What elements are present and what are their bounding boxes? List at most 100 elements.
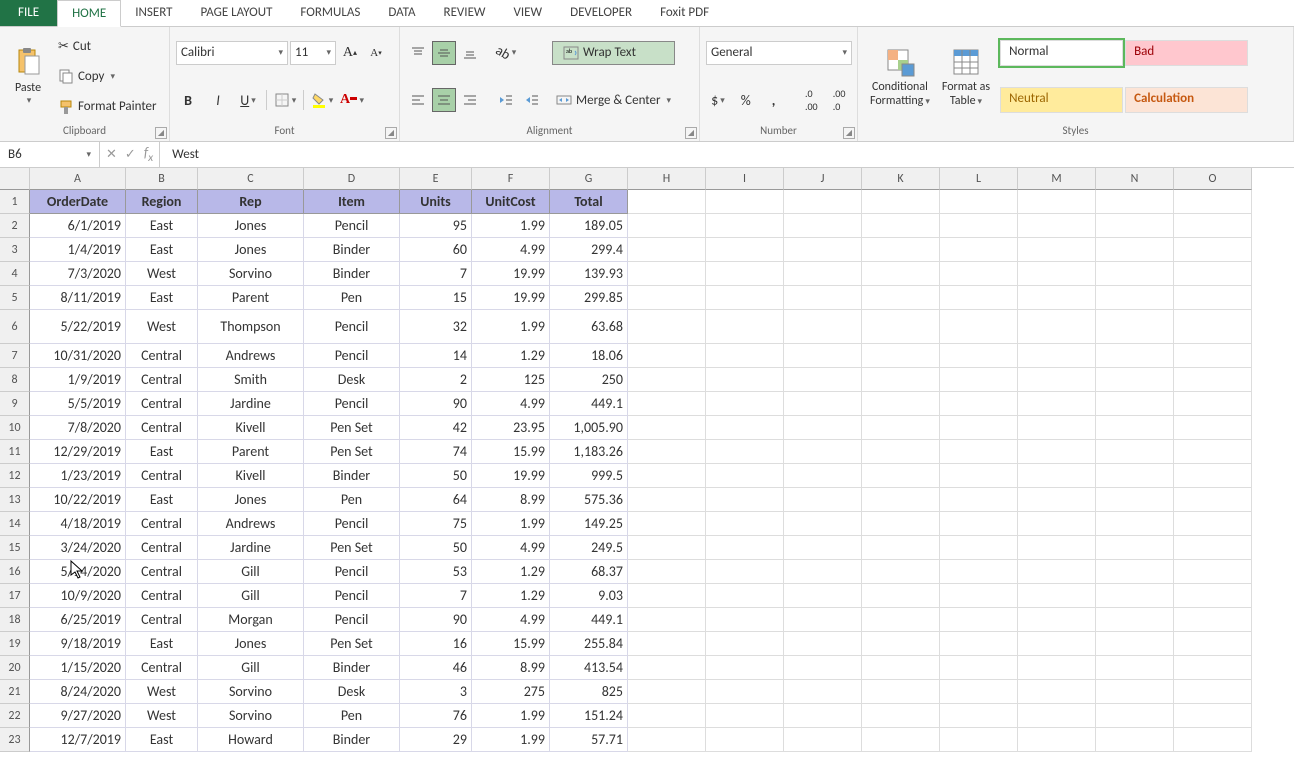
cell[interactable]: 8.99 [472,488,550,512]
wrap-text-button[interactable]: abWrap Text [552,41,675,65]
row-header-15[interactable]: 15 [0,536,30,560]
align-left-button[interactable] [406,88,430,112]
cell[interactable] [1018,464,1096,488]
cell[interactable]: 1.99 [472,214,550,238]
cell[interactable]: 9/27/2020 [30,704,126,728]
comma-format-button[interactable]: , [762,88,786,112]
cell[interactable]: East [126,632,198,656]
copy-button[interactable]: Copy▾ [54,64,161,88]
cell[interactable]: Kivell [198,464,304,488]
cell[interactable]: 999.5 [550,464,628,488]
row-header-23[interactable]: 23 [0,728,30,752]
cell[interactable]: 4.99 [472,608,550,632]
cell[interactable]: 15.99 [472,632,550,656]
cell[interactable]: Pencil [304,560,400,584]
cell[interactable]: 1.99 [472,728,550,752]
format-painter-button[interactable]: Format Painter [54,95,161,119]
cell[interactable] [1174,464,1252,488]
increase-font-button[interactable]: A▴ [338,41,362,65]
cell[interactable] [1018,656,1096,680]
cancel-formula-icon[interactable]: ✕ [106,147,117,162]
cell[interactable]: Pen Set [304,440,400,464]
cell[interactable] [862,608,940,632]
cell[interactable]: Pencil [304,512,400,536]
cell[interactable] [940,190,1018,214]
row-header-19[interactable]: 19 [0,632,30,656]
cell[interactable] [706,728,784,752]
cell[interactable] [940,728,1018,752]
cell[interactable] [1174,728,1252,752]
cell[interactable]: 90 [400,392,472,416]
cell[interactable] [1018,632,1096,656]
style-neutral[interactable]: Neutral [1000,87,1123,113]
cell[interactable] [940,440,1018,464]
cell[interactable]: Pencil [304,310,400,344]
tab-developer[interactable]: DEVELOPER [556,0,646,26]
cell[interactable] [706,262,784,286]
cell[interactable]: 139.93 [550,262,628,286]
cell[interactable] [1096,214,1174,238]
cell[interactable] [862,632,940,656]
decrease-decimal-button[interactable]: .00.0 [827,88,851,112]
cell[interactable] [1096,632,1174,656]
row-header-16[interactable]: 16 [0,560,30,584]
cell[interactable]: 8/11/2019 [30,286,126,310]
cell[interactable] [940,632,1018,656]
cell[interactable] [784,392,862,416]
font-color-button[interactable]: A▾ [340,88,364,112]
cell[interactable]: 50 [400,536,472,560]
cell[interactable] [862,584,940,608]
cell[interactable]: Jones [198,238,304,262]
cell[interactable] [1096,262,1174,286]
cell[interactable]: 4/18/2019 [30,512,126,536]
cell[interactable] [628,536,706,560]
cell[interactable] [1018,214,1096,238]
cell[interactable] [1018,560,1096,584]
cell[interactable]: Sorvino [198,262,304,286]
cell[interactable] [706,238,784,262]
cell[interactable] [862,310,940,344]
cell[interactable] [940,464,1018,488]
cell[interactable] [1174,536,1252,560]
cell[interactable]: 19.99 [472,464,550,488]
format-as-table-button[interactable]: Format asTable▾ [936,31,996,122]
cell[interactable]: OrderDate [30,190,126,214]
cell[interactable] [706,344,784,368]
cell[interactable]: Region [126,190,198,214]
cell[interactable]: Binder [304,238,400,262]
cell[interactable] [862,214,940,238]
cell[interactable]: 149.25 [550,512,628,536]
cell[interactable] [784,608,862,632]
cell[interactable] [1096,728,1174,752]
cell[interactable] [1096,584,1174,608]
cell[interactable] [1174,656,1252,680]
cell[interactable]: West [126,680,198,704]
cell[interactable] [784,344,862,368]
cell[interactable] [628,190,706,214]
cell[interactable] [1096,190,1174,214]
clipboard-dialog-launcher[interactable]: ◢ [155,127,167,139]
borders-button[interactable]: ▾ [273,88,297,112]
cell[interactable] [706,190,784,214]
cell[interactable]: 2 [400,368,472,392]
cell[interactable] [1174,440,1252,464]
column-header-H[interactable]: H [628,168,706,190]
cell[interactable]: 825 [550,680,628,704]
cell[interactable] [706,680,784,704]
cell[interactable] [1018,728,1096,752]
cell[interactable] [940,238,1018,262]
cell[interactable] [784,464,862,488]
cell[interactable] [706,416,784,440]
cell[interactable] [1174,416,1252,440]
cell[interactable] [706,536,784,560]
cell[interactable] [862,536,940,560]
cell[interactable] [706,632,784,656]
cell[interactable]: 42 [400,416,472,440]
row-header-13[interactable]: 13 [0,488,30,512]
cell[interactable] [784,262,862,286]
cell[interactable] [862,416,940,440]
cell[interactable]: 1/15/2020 [30,656,126,680]
cell[interactable] [628,608,706,632]
style-calculation[interactable]: Calculation [1125,87,1248,113]
column-header-G[interactable]: G [550,168,628,190]
